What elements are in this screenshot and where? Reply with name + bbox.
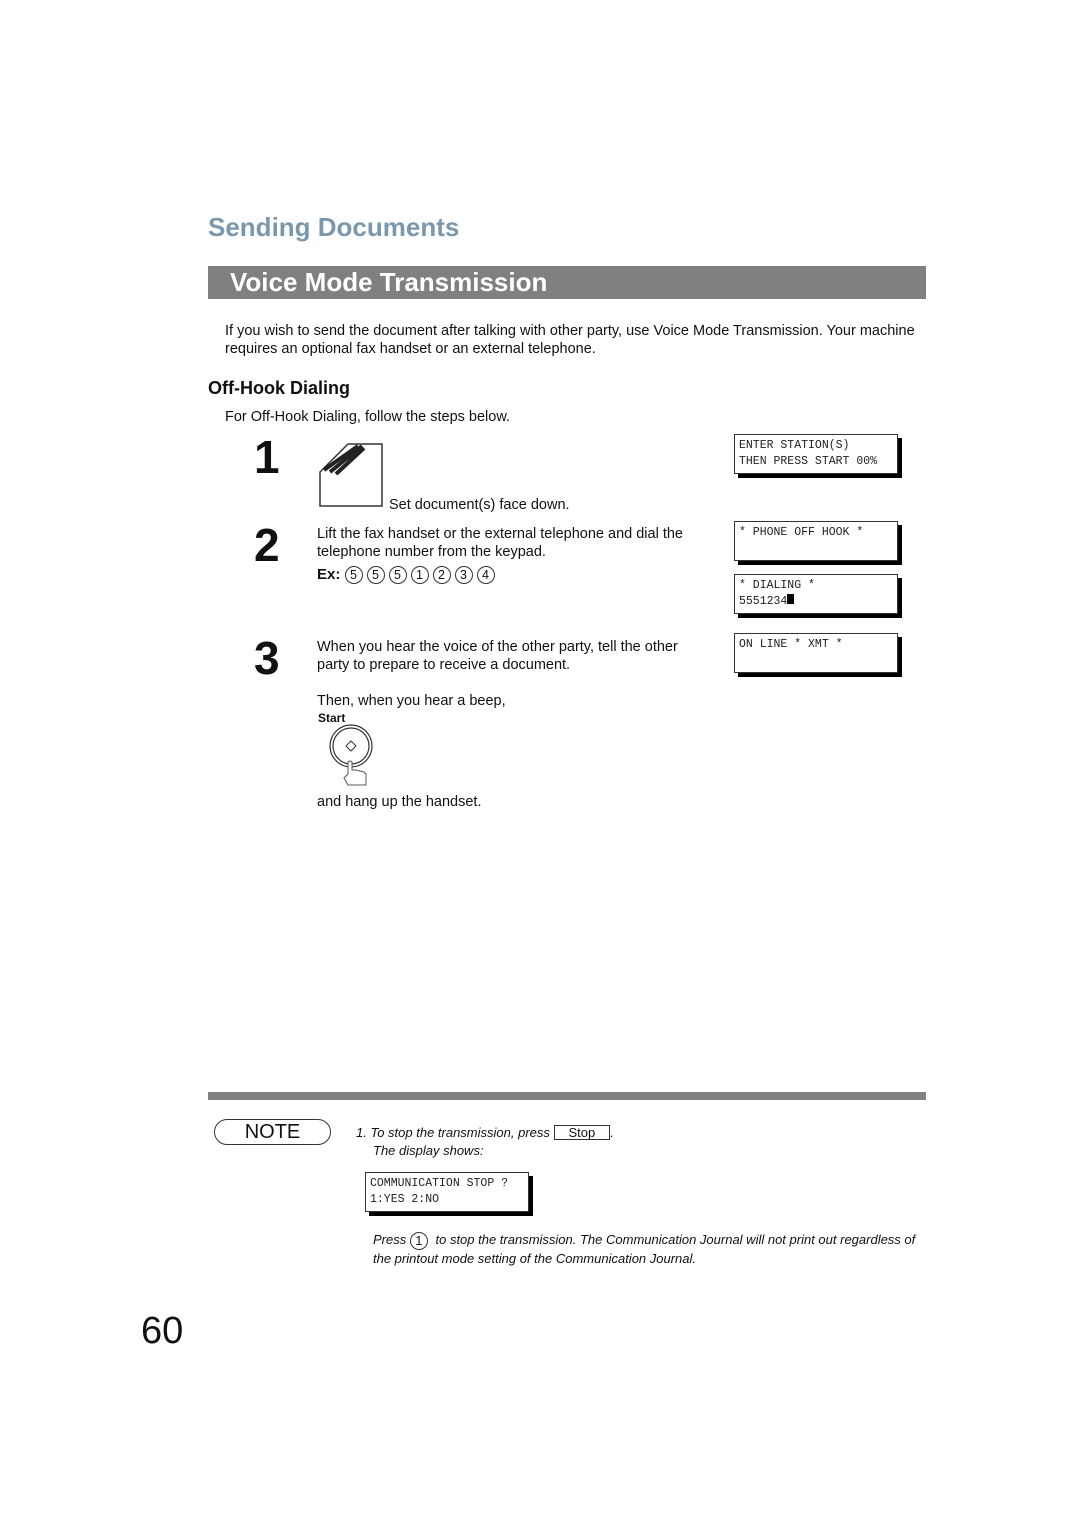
note-item: 1. To stop the transmission, press Stop.: [356, 1125, 614, 1140]
display-dialing-text: * DIALING * 5551234: [739, 579, 815, 608]
display-dialing: * DIALING * 5551234: [734, 574, 898, 614]
manual-page: Sending Documents Voice Mode Transmissio…: [0, 0, 1080, 1528]
step-number: 3: [254, 632, 280, 684]
key-4: 4: [476, 566, 495, 585]
key-2: 2: [432, 566, 451, 585]
intro-text: If you wish to send the document after t…: [225, 323, 915, 357]
step2-text: Lift the fax handset or the external tel…: [317, 526, 683, 560]
subintro-text: For Off-Hook Dialing, follow the steps b…: [225, 409, 511, 425]
note-press-text: Press 1 to stop the transmission. The Co…: [373, 1231, 933, 1267]
heading-bar: Voice Mode Transmission: [208, 266, 926, 299]
key-5: 5: [388, 566, 407, 585]
key-1: 1: [410, 566, 429, 585]
start-label: Start: [318, 711, 346, 725]
key-5: 5: [366, 566, 385, 585]
step1-text: Set document(s) face down.: [389, 497, 570, 513]
display-on-line: ON LINE * XMT *: [734, 633, 898, 673]
press-rest: to stop the transmission. The Communicat…: [373, 1232, 916, 1266]
key-5: 5: [344, 566, 363, 585]
step-number: 2: [254, 519, 280, 571]
section-title: Sending Documents: [208, 212, 460, 242]
display-phone-off-hook: * PHONE OFF HOOK *: [734, 521, 898, 561]
document-icon: [319, 443, 383, 507]
start-button-icon: [329, 724, 373, 786]
subheading: Off-Hook Dialing: [208, 378, 350, 398]
example-keys: Ex: 5551234: [317, 566, 499, 585]
divider: [208, 1092, 926, 1100]
cursor-block: [787, 594, 795, 604]
press-label: Press: [373, 1232, 407, 1247]
note-badge: NOTE: [214, 1119, 331, 1145]
display-enter-station: ENTER STATION(S) THEN PRESS START 00%: [734, 434, 898, 474]
step3-text: When you hear the voice of the other par…: [317, 639, 678, 673]
note-text: 1. To stop the transmission, press: [356, 1125, 550, 1140]
page-heading: Voice Mode Transmission: [230, 267, 548, 297]
period: .: [610, 1125, 614, 1140]
page-number: 60: [141, 1310, 184, 1352]
display-communication-stop: COMMUNICATION STOP ? 1:YES 2:NO: [365, 1172, 529, 1212]
key-1: 1: [409, 1231, 428, 1250]
step3-text2: Then, when you hear a beep,: [317, 693, 506, 709]
key-3: 3: [454, 566, 473, 585]
step-number: 1: [254, 431, 280, 483]
stop-key: Stop: [553, 1125, 611, 1140]
note-display-shows: The display shows:: [373, 1143, 484, 1158]
example-label: Ex:: [317, 566, 341, 583]
step3-text3: and hang up the handset.: [317, 794, 482, 810]
